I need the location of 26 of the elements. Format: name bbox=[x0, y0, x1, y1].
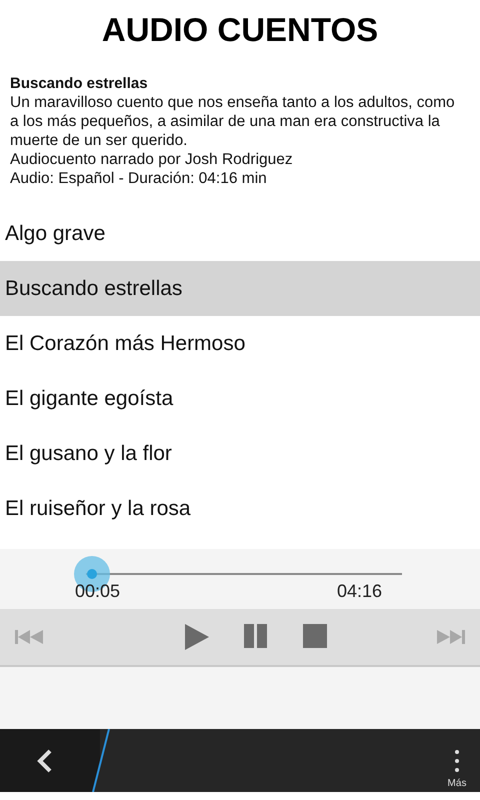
app-title: AUDIO CUENTOS bbox=[100, 10, 380, 50]
stop-button[interactable] bbox=[302, 624, 328, 650]
story-item[interactable]: El Corazón más Hermoso bbox=[0, 316, 480, 371]
stop-icon bbox=[302, 624, 328, 650]
story-heading: Buscando estrellas bbox=[10, 74, 149, 93]
back-icon bbox=[37, 748, 53, 772]
more-icon bbox=[455, 750, 459, 772]
story-item[interactable]: Buscando estrellas bbox=[0, 261, 480, 316]
elapsed-time: 00:05 bbox=[75, 581, 120, 602]
divider-slash bbox=[90, 729, 110, 792]
story-item[interactable]: Algo grave bbox=[0, 206, 480, 261]
story-item[interactable]: El ruiseñor y la rosa bbox=[0, 481, 480, 536]
more-button[interactable]: Más bbox=[434, 729, 480, 792]
story-description: Un maravilloso cuento que nos enseña tanto a los adultos, como a los más pequeños, a asimilar de una man era constructiva la muerte de un ser querido. bbox=[10, 93, 455, 150]
pause-icon bbox=[243, 624, 269, 650]
next-icon bbox=[436, 627, 466, 647]
play-icon bbox=[184, 624, 210, 650]
pause-button[interactable] bbox=[243, 624, 269, 650]
story-item[interactable]: El gigante egoísta bbox=[0, 371, 480, 426]
previous-icon bbox=[14, 627, 44, 647]
narrator-text: Audiocuento narrado por Josh Rodriguez bbox=[10, 150, 294, 169]
audio-details: Audio: Español - Duración: 04:16 min bbox=[10, 169, 268, 188]
play-button[interactable] bbox=[184, 624, 210, 650]
back-button[interactable] bbox=[0, 729, 100, 792]
total-time: 04:16 bbox=[337, 581, 382, 602]
story-item[interactable]: El gusano y la flor bbox=[0, 426, 480, 481]
